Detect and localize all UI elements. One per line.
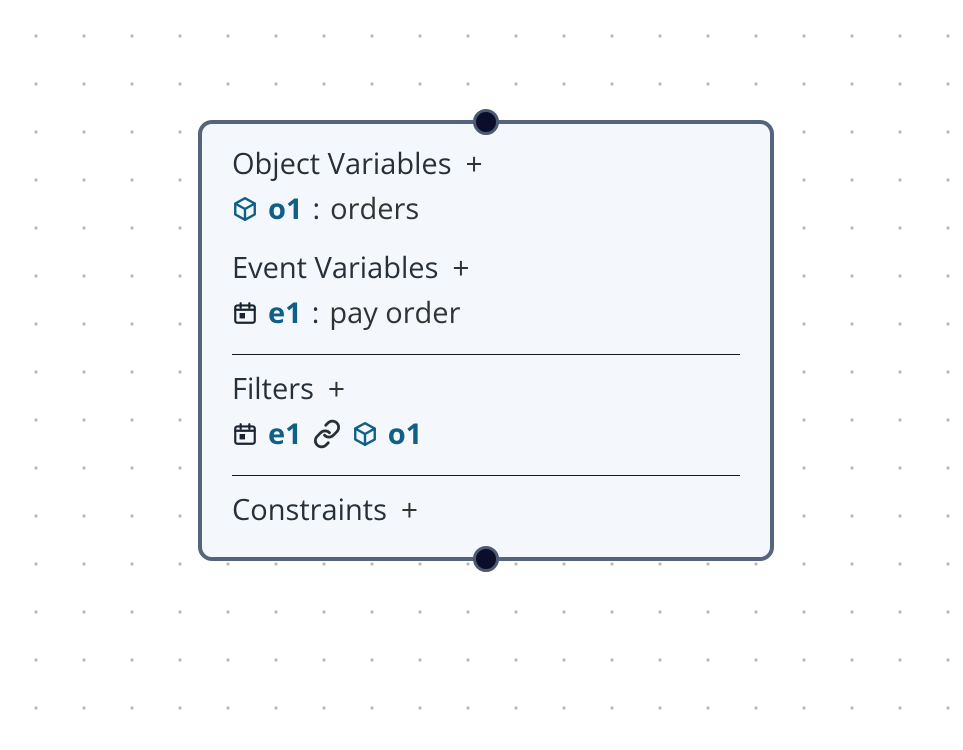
object-variable-value: orders <box>330 189 419 228</box>
add-filter-button[interactable]: + <box>328 374 345 404</box>
section-title: Event Variables <box>232 248 438 287</box>
node-card[interactable]: Object Variables + o1: orders Event Vari… <box>198 120 774 561</box>
section-header-event-variables: Event Variables + <box>232 248 740 287</box>
section-title: Filters <box>232 369 314 408</box>
add-constraint-button[interactable]: + <box>401 495 418 525</box>
add-event-variable-button[interactable]: + <box>452 253 469 283</box>
divider <box>232 475 740 476</box>
object-variable-row[interactable]: o1: orders <box>232 189 740 228</box>
separator: : <box>313 189 321 228</box>
event-variable-name: e1 <box>268 293 302 332</box>
filter-row[interactable]: e1 o1 <box>232 414 740 453</box>
section-title: Object Variables <box>232 144 452 183</box>
separator: : <box>312 293 320 332</box>
cube-icon <box>352 421 378 447</box>
section-header-constraints: Constraints + <box>232 490 740 529</box>
link-icon <box>312 419 342 449</box>
event-variable-value: pay order <box>329 293 460 332</box>
section-header-object-variables: Object Variables + <box>232 144 740 183</box>
port-top[interactable] <box>473 109 499 135</box>
port-bottom[interactable] <box>473 546 499 572</box>
add-object-variable-button[interactable]: + <box>466 149 483 179</box>
section-title: Constraints <box>232 490 387 529</box>
calendar-icon <box>232 300 258 326</box>
filter-left-name: e1 <box>268 414 302 453</box>
section-header-filters: Filters + <box>232 369 740 408</box>
filter-right-name: o1 <box>388 414 423 453</box>
object-variable-name: o1 <box>268 189 303 228</box>
event-variable-row[interactable]: e1: pay order <box>232 293 740 332</box>
divider <box>232 354 740 355</box>
cube-icon <box>232 196 258 222</box>
diagram-canvas[interactable]: Object Variables + o1: orders Event Vari… <box>0 0 963 750</box>
calendar-icon <box>232 421 258 447</box>
